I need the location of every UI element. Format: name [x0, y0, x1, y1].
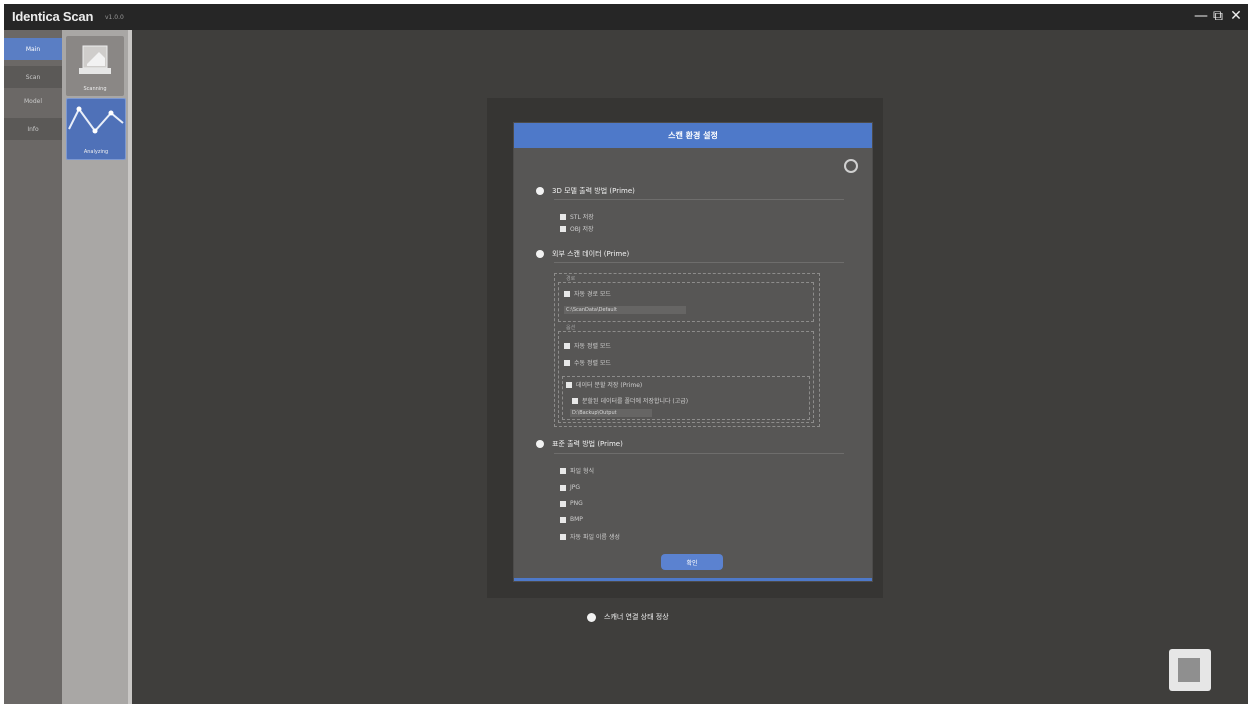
tool-card-analyzing[interactable]: Analyzing [66, 98, 126, 160]
section-title-text: 3D 모델 출력 방법 (Prime) [552, 187, 635, 195]
section-title[interactable]: 표준 출력 방법 (Prime) [536, 439, 623, 449]
app-window: Identica Scan v1.0.0 — ⧉ ✕ Main Scan Mod… [4, 4, 1248, 704]
dialog-title: 스캔 환경 설정 [514, 123, 872, 148]
option-checkbox[interactable]: 자동 파일 이름 생성 [560, 532, 620, 541]
option-checkbox[interactable]: OBJ 저장 [560, 224, 594, 233]
option-label: 자동 파일 이름 생성 [570, 534, 620, 541]
panel-toggle-button[interactable] [1169, 649, 1211, 691]
tool-card-scanning[interactable]: Scanning [66, 36, 124, 96]
app-title: Identica Scan [12, 9, 94, 24]
title-bar: Identica Scan v1.0.0 — ⧉ ✕ [4, 4, 1248, 30]
restore-icon[interactable]: ⧉ [1212, 7, 1224, 25]
tool-strip: Scanning Analyzing [62, 30, 132, 704]
option-checkbox[interactable]: STL 저장 [560, 212, 594, 221]
nav-item-model[interactable]: Model [4, 90, 62, 112]
checkbox-icon[interactable] [560, 225, 566, 232]
option-label: OBJ 저장 [570, 226, 594, 233]
close-icon[interactable]: ✕ [1230, 7, 1242, 25]
dialog-close-icon[interactable] [844, 159, 858, 173]
checkbox-icon[interactable] [566, 381, 572, 388]
section-title-text: 표준 출력 방법 (Prime) [552, 440, 623, 448]
group-label: 옵션 [566, 325, 576, 331]
nav-item-main[interactable]: Main [4, 38, 62, 60]
nav-item-info[interactable]: Info [4, 118, 62, 140]
radio-icon[interactable] [536, 440, 544, 448]
option-checkbox[interactable]: 자동 경로 모드 [564, 289, 611, 298]
group-box [558, 282, 814, 322]
option-checkbox[interactable]: 자동 정렬 모드 [564, 341, 611, 350]
option-label: 수동 정렬 모드 [574, 360, 611, 367]
option-checkbox[interactable]: BMP [560, 516, 583, 523]
option-label: JPG [570, 484, 581, 491]
ok-button[interactable]: 확인 [661, 554, 723, 570]
checkbox-icon[interactable] [560, 533, 566, 540]
radio-icon[interactable] [536, 187, 544, 195]
checkbox-icon[interactable] [564, 359, 570, 366]
option-label: 자동 경로 모드 [574, 291, 611, 298]
app-version: v1.0.0 [105, 14, 124, 21]
divider [554, 199, 844, 200]
checkbox-icon[interactable] [560, 484, 566, 491]
left-nav: Main Scan Model Info [4, 30, 62, 704]
option-checkbox[interactable]: 파일 형식 [560, 466, 594, 475]
option-label: BMP [570, 516, 583, 523]
sub-option-checkbox[interactable]: 분할된 데이터를 폴더에 저장합니다 (고급) [572, 396, 688, 405]
divider [554, 262, 844, 263]
minimize-icon[interactable]: — [1194, 7, 1208, 25]
radio-icon[interactable] [536, 250, 544, 258]
nav-item-scan[interactable]: Scan [4, 66, 62, 88]
section-title[interactable]: 외부 스캔 데이터 (Prime) [536, 249, 629, 259]
dialog-footer-line [514, 578, 872, 581]
option-label: 분할된 데이터를 폴더에 저장합니다 (고급) [582, 398, 689, 405]
scanner-status: 스캐너 연결 상태 정상 [587, 612, 669, 622]
checkbox-icon[interactable] [572, 397, 578, 404]
window-controls: — ⧉ ✕ [1194, 7, 1242, 25]
checkbox-icon[interactable] [560, 500, 566, 507]
option-label: 파일 형식 [570, 468, 594, 475]
tool-card-label: Analyzing [83, 149, 109, 155]
section-title-text: 외부 스캔 데이터 (Prime) [552, 250, 630, 258]
checkbox-icon[interactable] [560, 467, 566, 474]
option-checkbox[interactable]: JPG [560, 484, 580, 491]
checkbox-icon[interactable] [560, 516, 566, 523]
checkbox-icon[interactable] [560, 213, 566, 220]
path-field[interactable]: C:\ScanData\Default [564, 306, 686, 314]
status-indicator-icon [587, 612, 596, 622]
output-field[interactable]: D:\Backup\Output [570, 409, 652, 417]
checkbox-icon[interactable] [564, 342, 570, 349]
option-checkbox[interactable]: 데이터 분할 저장 (Prime) [566, 380, 642, 389]
group-label: 경로 [566, 276, 576, 282]
option-label: STL 저장 [570, 214, 594, 221]
option-label: PNG [570, 500, 583, 507]
option-checkbox[interactable]: PNG [560, 500, 583, 507]
document-icon [1178, 658, 1200, 682]
option-label: 자동 정렬 모드 [574, 343, 611, 350]
tool-card-label: Scanning [83, 86, 107, 92]
option-checkbox[interactable]: 수동 정렬 모드 [564, 358, 611, 367]
section-title[interactable]: 3D 모델 출력 방법 (Prime) [536, 186, 635, 196]
settings-dialog: 스캔 환경 설정 3D 모델 출력 방법 (Prime) STL 저장 OBJ … [513, 122, 873, 582]
divider [554, 453, 844, 454]
status-text: 스캐너 연결 상태 정상 [604, 613, 669, 621]
checkbox-icon[interactable] [564, 290, 570, 297]
option-label: 데이터 분할 저장 (Prime) [576, 382, 643, 389]
